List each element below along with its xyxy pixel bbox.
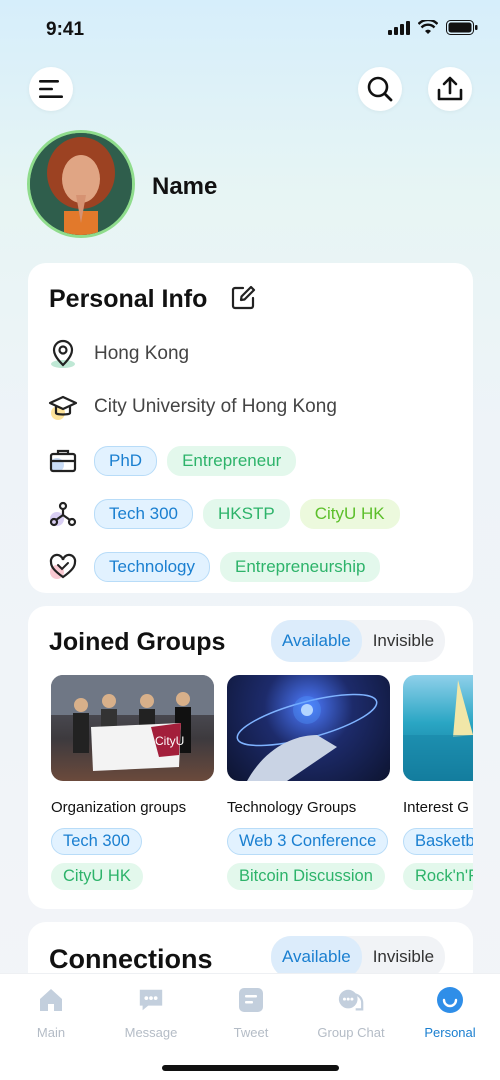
home-icon [40,989,62,1011]
interests-row: Technology Entrepreneurship [48,552,390,582]
groups-visibility-toggle: Available Invisible [271,620,446,662]
status-time: 9:41 [46,19,85,40]
tab-bar: Main Message Tweet Group Chat Personal [0,973,500,1080]
group-name: Interest G [403,799,469,816]
battery-icon [446,20,478,35]
available-option[interactable]: Available [271,620,362,662]
network-tag[interactable]: CityU HK [299,499,400,529]
group-image [403,675,473,781]
joined-groups-title: Joined Groups [49,628,226,656]
networks-row: Tech 300 HKSTP CityU HK [48,499,410,529]
connections-visibility-toggle: Available Invisible [271,936,446,978]
menu-icon [39,80,63,98]
network-icon [48,499,78,529]
edit-button[interactable] [230,285,256,316]
location-icon [48,339,78,369]
location-row: Hong Kong [48,339,189,369]
tab-tweet[interactable]: Tweet [201,986,301,1040]
graduation-cap-icon [48,392,78,422]
search-icon [367,76,393,102]
tab-label: Message [124,1025,178,1040]
group-tag[interactable]: Bitcoin Discussion [227,863,385,890]
invisible-option[interactable]: Invisible [362,936,445,978]
briefcase-icon [48,446,78,476]
personal-info-title: Personal Info [49,285,208,313]
group-image [227,675,390,781]
upload-icon [437,76,463,101]
signal-icon [388,20,410,35]
groups-carousel[interactable]: CityU Organization groups Tech 300 CityU… [51,675,473,895]
location-text: Hong Kong [94,343,190,364]
tab-label: Main [36,1025,66,1040]
group-chat-icon [338,989,364,1011]
avatar-image [30,133,132,235]
group-tag[interactable]: Rock'n'R [403,863,473,890]
group-tag[interactable]: Basketb [403,828,473,855]
group-image: CityU [51,675,214,781]
message-icon [139,989,163,1011]
profile-name: Name [152,173,218,200]
tab-group-chat[interactable]: Group Chat [301,986,401,1040]
heart-icon [48,552,78,582]
group-tag[interactable]: Web 3 Conference [227,828,389,855]
wifi-icon [418,20,438,34]
share-button[interactable] [428,67,472,111]
search-button[interactable] [358,67,402,111]
tab-label: Group Chat [317,1025,385,1040]
edit-icon [231,285,256,310]
banner-text: CityU [155,734,184,748]
avatar[interactable] [27,130,135,238]
interest-tag[interactable]: Technology [94,552,211,582]
invisible-option[interactable]: Invisible [362,620,445,662]
group-tag[interactable]: CityU HK [51,863,143,890]
role-tag[interactable]: PhD [94,446,158,476]
tab-message[interactable]: Message [101,986,201,1040]
network-tag[interactable]: HKSTP [203,499,290,529]
tab-label: Personal [424,1025,476,1040]
school-text: City University of Hong Kong [94,396,337,417]
network-tag[interactable]: Tech 300 [94,499,193,529]
tweet-icon [239,988,263,1012]
tab-main[interactable]: Main [1,986,101,1040]
group-name: Technology Groups [227,799,357,816]
group-name: Organization groups [51,799,187,816]
group-card[interactable]: CityU Organization groups Tech 300 CityU… [51,675,214,895]
available-option[interactable]: Available [271,936,362,978]
status-icons [388,20,478,35]
menu-button[interactable] [29,67,73,111]
interest-tag[interactable]: Entrepreneurship [220,552,381,582]
personal-icon [437,987,463,1013]
group-card[interactable]: Interest G Basketb Rock'n'R [403,675,473,895]
tab-personal[interactable]: Personal [400,986,500,1040]
role-tag[interactable]: Entrepreneur [167,446,297,476]
roles-row: PhD Entrepreneur [48,446,306,476]
group-tag[interactable]: Tech 300 [51,828,142,855]
group-card[interactable]: Technology Groups Web 3 Conference Bitco… [227,675,390,895]
tab-label: Tweet [233,1025,269,1040]
school-row: City University of Hong Kong [48,392,337,422]
connections-title: Connections [49,944,213,974]
home-indicator [162,1065,339,1071]
